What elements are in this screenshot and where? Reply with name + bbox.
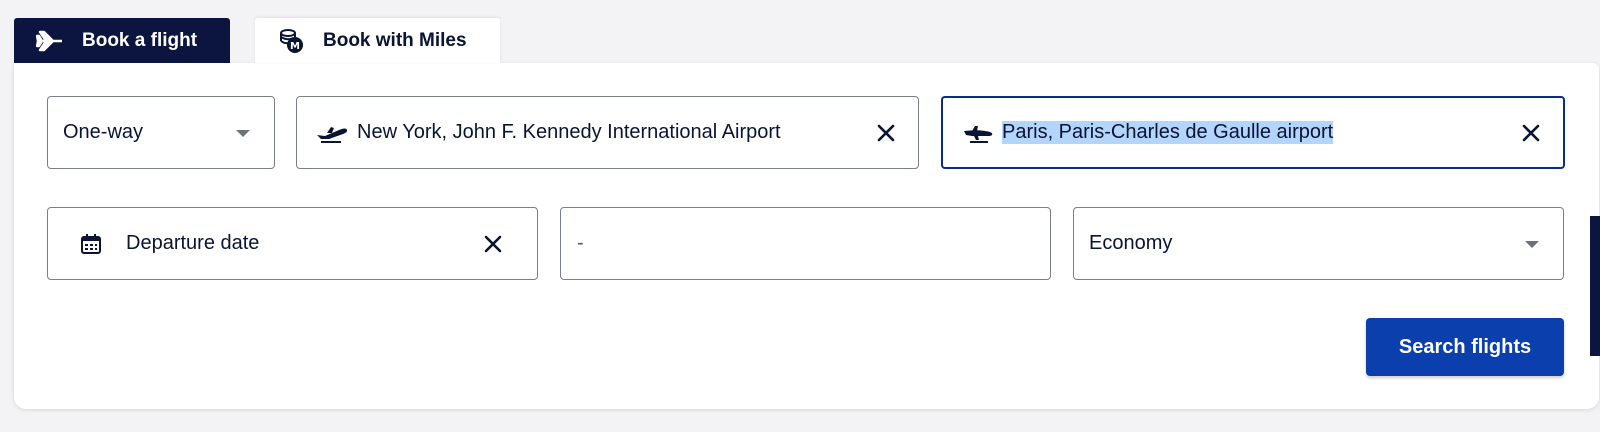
edge-scroll-bar (1590, 216, 1600, 356)
departure-date-placeholder: Departure date (126, 232, 260, 254)
clear-destination-icon[interactable] (1517, 119, 1545, 147)
tab-book-with-miles-label: Book with Miles (323, 29, 467, 51)
tab-book-a-flight[interactable]: Book a flight (14, 18, 230, 63)
trip-type-value: One-way (63, 121, 144, 143)
origin-field[interactable]: New York, John F. Kennedy International … (296, 96, 919, 169)
chevron-down-icon (1525, 240, 1539, 248)
origin-value: New York, John F. Kennedy International … (357, 121, 781, 143)
miles-coins-icon: M (279, 28, 305, 54)
takeoff-icon (315, 122, 349, 144)
return-date-field[interactable]: - (560, 207, 1051, 280)
destination-value: Paris, Paris-Charles de Gaulle airport (1002, 121, 1334, 144)
airplane-icon (36, 30, 64, 52)
calendar-icon (80, 233, 102, 255)
return-date-value: - (577, 232, 584, 254)
clear-origin-icon[interactable] (872, 119, 900, 147)
cabin-class-value: Economy (1089, 232, 1173, 254)
chevron-down-icon (236, 129, 250, 137)
cabin-class-select[interactable]: Economy (1073, 207, 1564, 280)
clear-departure-date-icon[interactable] (479, 230, 507, 258)
trip-type-select[interactable]: One-way (47, 96, 275, 169)
search-flights-button[interactable]: Search flights (1366, 318, 1564, 376)
destination-field[interactable]: Paris, Paris-Charles de Gaulle airport (941, 96, 1565, 169)
departure-date-field[interactable]: Departure date (47, 207, 538, 280)
landing-icon (962, 122, 994, 144)
svg-text:M: M (290, 41, 300, 52)
tab-book-with-miles[interactable]: M Book with Miles (255, 18, 500, 63)
tab-book-a-flight-label: Book a flight (82, 29, 198, 51)
